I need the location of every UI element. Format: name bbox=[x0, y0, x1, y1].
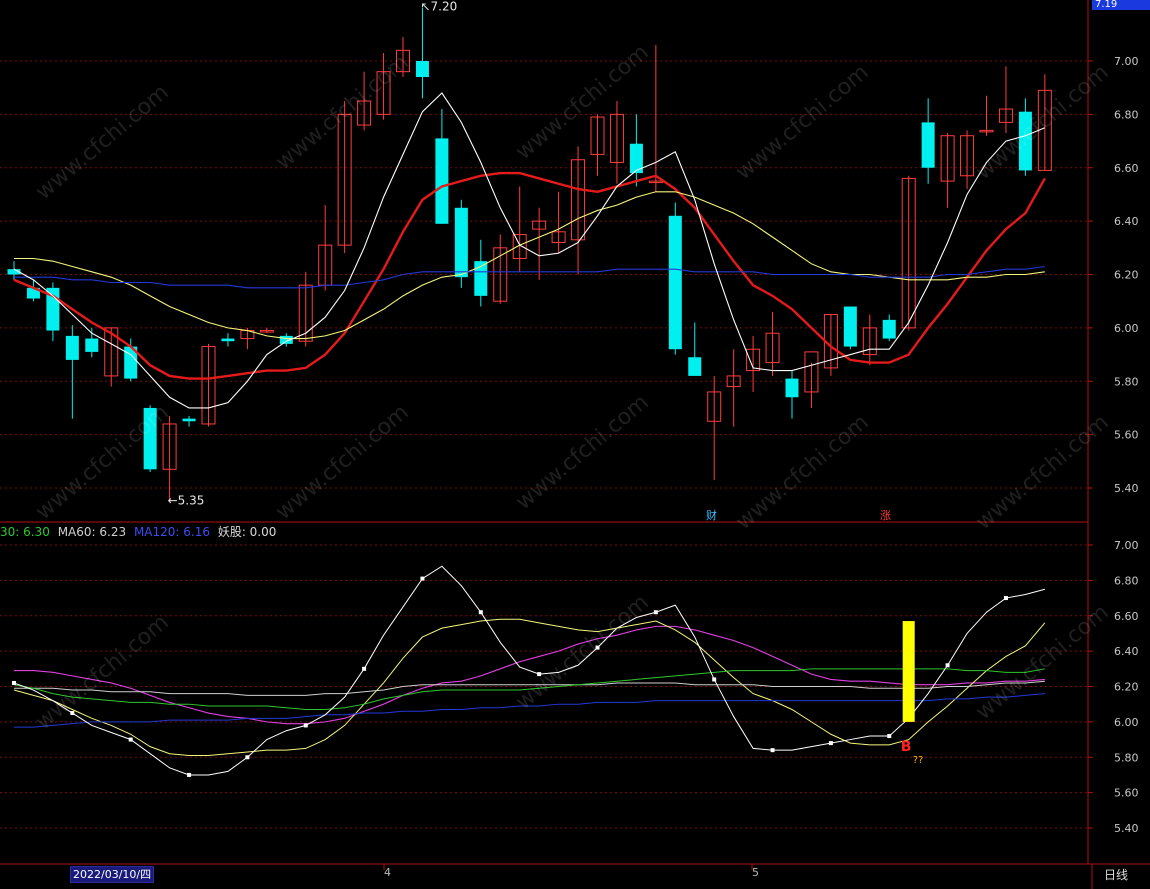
month-tick-5: 5 bbox=[752, 866, 759, 879]
indicator-point bbox=[303, 723, 308, 728]
buy-signal-sub: ?? bbox=[913, 755, 924, 766]
indicator-point bbox=[770, 748, 775, 753]
buy-signal-label: B bbox=[901, 739, 912, 755]
indicator-point bbox=[362, 666, 367, 671]
y-tick-label: 6.20 bbox=[1114, 681, 1139, 694]
candle-body bbox=[668, 215, 682, 350]
month-tick-4: 4 bbox=[384, 866, 391, 879]
high-marker: ↖7.20 bbox=[420, 0, 457, 14]
candle-body bbox=[454, 207, 468, 278]
indicator-point bbox=[70, 711, 75, 716]
indicator-point bbox=[420, 576, 425, 581]
candle-body bbox=[882, 319, 896, 339]
legend-truncated-ma: 30: 6.30 bbox=[0, 525, 50, 539]
ma-line-ma60 bbox=[14, 191, 1045, 340]
legend-yao: 妖股: 0.00 bbox=[217, 525, 277, 539]
ma-line-ma120 bbox=[14, 265, 1045, 289]
indicator-point bbox=[887, 734, 892, 739]
indicator-line-ma60 bbox=[13, 668, 1045, 710]
y-tick-label: 5.40 bbox=[1114, 482, 1139, 495]
indicator-point bbox=[187, 772, 192, 777]
y-tick-label: 6.40 bbox=[1114, 645, 1139, 658]
y-tick-label: 6.00 bbox=[1114, 322, 1139, 335]
y-tick-label: 6.60 bbox=[1114, 162, 1139, 175]
y-tick-label: 7.00 bbox=[1114, 55, 1139, 68]
y-tick-label: 7.00 bbox=[1114, 539, 1139, 552]
candle-body bbox=[843, 306, 857, 347]
candle-body bbox=[688, 357, 702, 376]
indicator-point bbox=[595, 645, 600, 650]
stock-chart[interactable]: 7.00 6.80 6.60 6.40 6.20 6.00 5.80 5.60 5.40 7.00… bbox=[0, 0, 1150, 889]
indicator-point bbox=[1003, 596, 1008, 601]
y-tick-label: 5.60 bbox=[1114, 787, 1139, 800]
y-tick-label: 5.80 bbox=[1114, 375, 1139, 388]
candle-body bbox=[182, 418, 196, 422]
y-tick-label: 6.80 bbox=[1114, 108, 1139, 121]
y-tick-label: 5.60 bbox=[1114, 429, 1139, 442]
y-tick-label: 6.60 bbox=[1114, 610, 1139, 623]
y-tick-label: 6.20 bbox=[1114, 269, 1139, 282]
indicator-line-magenta bbox=[14, 625, 1045, 725]
y-tick-label: 5.80 bbox=[1114, 751, 1139, 764]
ma-line-ma5 bbox=[13, 92, 1046, 409]
indicator-line-white bbox=[13, 565, 1045, 776]
indicator-point bbox=[653, 610, 658, 615]
candle-body bbox=[221, 338, 235, 342]
y-tick-label: 6.40 bbox=[1114, 215, 1139, 228]
indicator-point bbox=[712, 677, 717, 682]
indicator-point bbox=[478, 610, 483, 615]
candle-body bbox=[921, 122, 935, 168]
buy-signal-bar bbox=[902, 621, 915, 722]
y-tick-label: 6.00 bbox=[1114, 716, 1139, 729]
candle-body bbox=[1018, 111, 1032, 171]
low-marker: ←5.35 bbox=[168, 493, 205, 507]
legend-ma60: MA60: 6.23 bbox=[57, 525, 127, 539]
indicator-point bbox=[537, 672, 542, 677]
event-marker: 财 bbox=[706, 508, 717, 522]
legend-ma120: MA120: 6.16 bbox=[133, 525, 210, 539]
date-cursor-label: 2022/03/10/四 bbox=[70, 866, 155, 883]
candle-body bbox=[65, 335, 79, 360]
indicator-point bbox=[945, 663, 950, 668]
indicator-point bbox=[12, 680, 16, 685]
candle-body bbox=[85, 338, 99, 352]
period-selector[interactable]: 日线 bbox=[1104, 866, 1128, 883]
candle-body bbox=[785, 378, 799, 398]
candle-body bbox=[435, 138, 449, 224]
y-tick-label: 5.40 bbox=[1114, 822, 1139, 835]
indicator-point bbox=[245, 755, 250, 760]
indicator-point bbox=[828, 741, 833, 746]
indicator-point bbox=[128, 737, 133, 742]
y-tick-label: 6.80 bbox=[1114, 574, 1139, 587]
candle-body bbox=[415, 61, 429, 78]
indicator-legend: 30: 6.30 MA60: 6.23 MA120: 6.16 妖股: 0.00 bbox=[0, 523, 280, 541]
candle-body bbox=[143, 407, 157, 470]
event-marker: 涨 bbox=[880, 509, 891, 522]
